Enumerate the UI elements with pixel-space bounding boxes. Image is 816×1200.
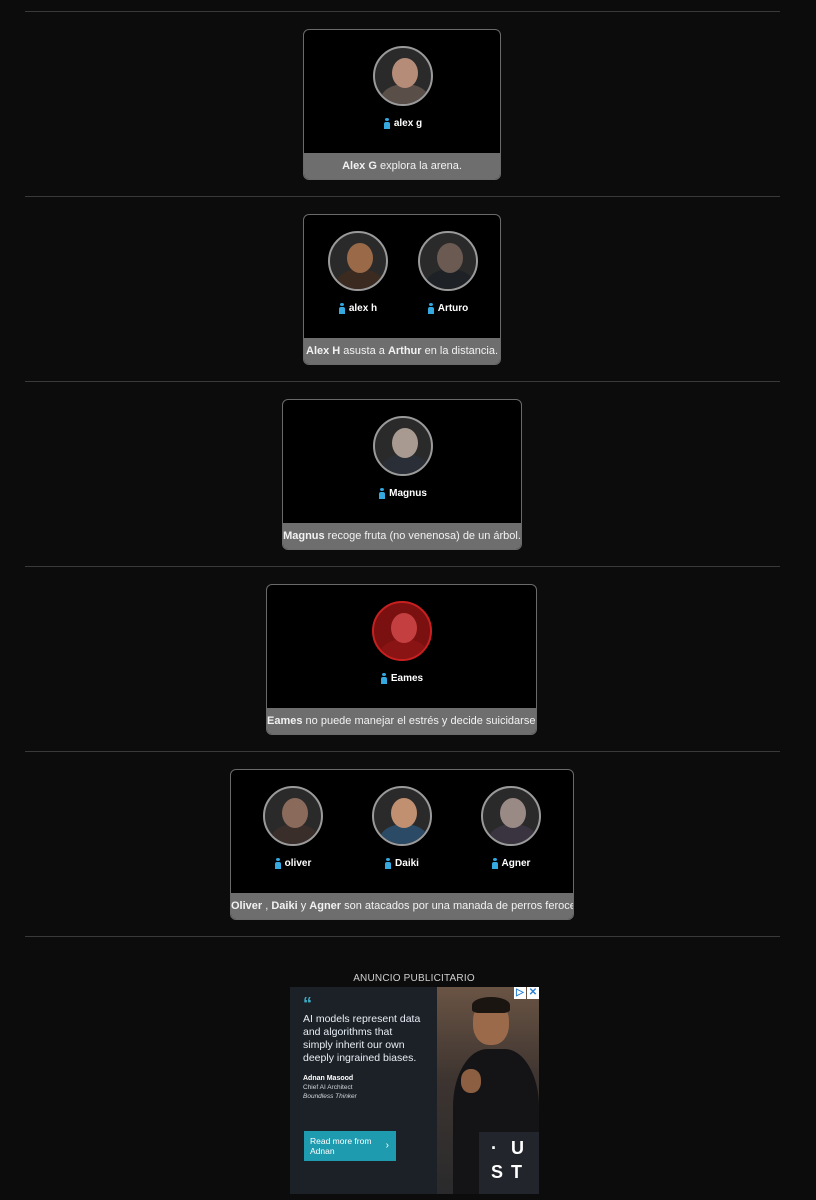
person-icon — [427, 303, 434, 314]
event-caption: Alex H asusta a Arthur en la distancia. — [304, 338, 500, 364]
person-icon — [338, 303, 345, 314]
caption-name: Agner — [309, 900, 342, 912]
caption-text: , — [262, 900, 272, 912]
tribute: Eames — [357, 601, 447, 684]
tribute-avatar-dead — [372, 601, 432, 661]
tribute: alex h — [313, 231, 403, 314]
tribute-avatar — [373, 46, 433, 106]
tribute-name-label: Arturo — [437, 303, 469, 314]
quote-icon: “ — [303, 994, 312, 1014]
tribute-name: Agner — [466, 858, 556, 869]
ad-choices[interactable]: ▷ ✕ — [514, 987, 539, 999]
person-icon — [274, 858, 281, 869]
person-icon — [383, 118, 390, 129]
ad-banner[interactable]: “ AI models represent data and algorithm… — [290, 987, 539, 1194]
read-more-button[interactable]: Read more from Adnan › — [304, 1131, 396, 1161]
section-divider — [25, 11, 780, 12]
event-caption: Alex G explora la arena. — [304, 153, 500, 179]
tribute-row: Magnus — [283, 400, 521, 523]
event-card: oliver Daiki Agner Oliver , Daiki y Agner s… — [230, 769, 574, 920]
person-icon — [380, 673, 387, 684]
tribute-avatar — [373, 416, 433, 476]
caption-name: Magnus — [283, 530, 325, 542]
tribute-name: Magnus — [358, 488, 448, 499]
close-icon[interactable]: ✕ — [527, 987, 539, 999]
ad-label: ANUNCIO PUBLICITARIO — [353, 973, 475, 984]
person-icon — [379, 488, 386, 499]
tribute-name: Daiki — [357, 858, 447, 869]
tribute-name: alex h — [313, 303, 403, 314]
tribute: oliver — [248, 786, 338, 869]
chevron-right-icon: › — [385, 1140, 389, 1151]
event-card: alex h Arturo Alex H asusta a Arthur en la… — [303, 214, 501, 365]
ad-author-role: Chief AI Architect — [303, 1084, 353, 1091]
event-card: alex g Alex G explora la arena. — [303, 29, 501, 180]
tribute-name: oliver — [248, 858, 338, 869]
section-divider — [25, 751, 780, 752]
tribute-avatar — [328, 231, 388, 291]
tribute-name-label: Magnus — [389, 488, 427, 499]
caption-text: en la distancia. — [421, 345, 498, 357]
caption-text: son atacados por una manada de perros fe… — [341, 900, 574, 912]
event-card: Eames Eames no puede manejar el estrés y … — [266, 584, 537, 735]
tribute: alex g — [358, 46, 448, 129]
tribute-name: Eames — [357, 673, 447, 684]
event-caption: Magnus recoge fruta (no venenosa) de un … — [283, 523, 521, 549]
tribute-name-label: Eames — [390, 673, 424, 684]
event-caption: Oliver , Daiki y Agner son atacados por … — [231, 893, 573, 919]
caption-text: asusta a — [340, 345, 388, 357]
tribute-name-label: alex g — [393, 118, 423, 129]
tribute-name-label: Agner — [501, 858, 531, 869]
tribute: Daiki — [357, 786, 447, 869]
tribute-name-label: oliver — [284, 858, 312, 869]
section-divider — [25, 196, 780, 197]
ad-author: Adnan Masood — [303, 1075, 354, 1082]
caption-text: no puede manejar el estrés y decide suic… — [302, 715, 537, 727]
caption-text: explora la arena. — [376, 160, 462, 172]
ad-tagline: Boundless Thinker — [303, 1093, 357, 1100]
section-divider — [25, 381, 780, 382]
caption-text: y — [297, 900, 310, 912]
caption-name: Alex G — [342, 160, 377, 172]
tribute-row: Eames — [267, 585, 536, 708]
caption-name: Alex H — [306, 345, 341, 357]
caption-name: Daiki — [271, 900, 298, 912]
tribute-row: oliver Daiki Agner — [231, 770, 573, 893]
tribute: Agner — [466, 786, 556, 869]
tribute: Arturo — [403, 231, 493, 314]
event-card: Magnus Magnus recoge fruta (no venenosa) … — [282, 399, 522, 550]
tribute-name: alex g — [358, 118, 448, 129]
read-more-label: Read more from Adnan — [310, 1136, 372, 1156]
tribute-avatar — [263, 786, 323, 846]
tribute-name-label: alex h — [348, 303, 378, 314]
tribute-row: alex h Arturo — [304, 215, 500, 338]
caption-name: Eames — [267, 715, 303, 727]
tribute-row: alex g — [304, 30, 500, 153]
section-divider — [25, 566, 780, 567]
ad-text-panel: “ AI models represent data and algorithm… — [290, 987, 437, 1194]
event-caption: Eames no puede manejar el estrés y decid… — [267, 708, 536, 734]
ust-logo: · U S T — [479, 1132, 539, 1194]
ad-choices-icon[interactable]: ▷ — [514, 987, 526, 999]
person-icon — [491, 858, 498, 869]
tribute-avatar — [372, 786, 432, 846]
tribute-name: Arturo — [403, 303, 493, 314]
tribute-name-label: Daiki — [395, 858, 419, 869]
section-divider — [25, 936, 780, 937]
tribute-avatar — [481, 786, 541, 846]
caption-name: Oliver — [231, 900, 263, 912]
ad-quote: AI models represent data and algorithms … — [303, 1013, 421, 1064]
tribute: Magnus — [358, 416, 448, 499]
tribute-avatar — [418, 231, 478, 291]
person-icon — [385, 858, 392, 869]
caption-name: Arthur — [387, 345, 422, 357]
caption-text: recoge fruta (no venenosa) de un árbol. — [324, 530, 521, 542]
